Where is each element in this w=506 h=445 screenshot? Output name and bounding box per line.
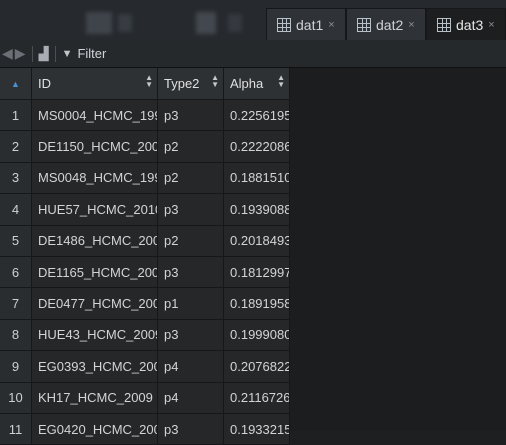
cell-id[interactable]: DE1165_HCMC_2002: [32, 256, 158, 289]
cell-type2[interactable]: p2: [158, 131, 224, 163]
row-number[interactable]: 9: [0, 351, 32, 383]
data-viewer-toolbar: ◀ ▶ ▟ ▼ Filter: [0, 40, 506, 68]
cell-id[interactable]: MS0048_HCMC_1995: [32, 162, 158, 195]
cell-id[interactable]: MS0004_HCMC_1995: [32, 100, 158, 132]
sort-icon: ▲ ▼: [277, 73, 285, 89]
table-row[interactable]: 11 EG0420_HCMC_2008 p3 0.1933215: [0, 413, 290, 445]
table-icon: [437, 17, 451, 32]
sort-icon: ▲ ▼: [145, 73, 153, 89]
cell-type2[interactable]: p1: [158, 288, 224, 320]
row-number[interactable]: 2: [0, 131, 32, 163]
column-header-alpha[interactable]: Alpha ▲ ▼: [224, 68, 290, 100]
row-number[interactable]: 5: [0, 225, 32, 257]
arrow-left-icon[interactable]: ◀: [2, 45, 13, 62]
blurred-region: [86, 12, 112, 34]
row-number[interactable]: 3: [0, 162, 32, 195]
empty-viewer-area: [290, 68, 506, 431]
row-number[interactable]: 10: [0, 382, 32, 414]
row-number[interactable]: 4: [0, 194, 32, 226]
table-body: 1 MS0004_HCMC_1995 p3 0.2256195 2 DE1150_HCMC…: [0, 100, 290, 445]
table-row[interactable]: 1 MS0004_HCMC_1995 p3 0.2256195: [0, 100, 290, 132]
table-row[interactable]: 8 HUE43_HCMC_2009 p3 0.1999080: [0, 319, 290, 352]
cell-type2[interactable]: p4: [158, 382, 224, 414]
table-row[interactable]: 2 DE1150_HCMC_2002 p2 0.2222086: [0, 131, 290, 163]
table-row[interactable]: 6 DE1165_HCMC_2002 p3 0.1812997: [0, 256, 290, 289]
filter-button[interactable]: ▼ Filter: [62, 46, 107, 61]
table-header: ▲ ID ▲ ▼ Type2 ▲ ▼ Alpha ▲ ▼: [0, 68, 290, 100]
tab-label: dat1: [296, 16, 324, 33]
close-icon[interactable]: ×: [328, 19, 334, 31]
table-row[interactable]: 7 DE0477_HCMC_2000 p1 0.1891958: [0, 288, 290, 320]
cell-id[interactable]: EG0393_HCMC_2007: [32, 351, 158, 383]
cell-alpha[interactable]: 0.1812997: [224, 256, 290, 289]
close-icon[interactable]: ×: [408, 19, 414, 31]
column-header-type2[interactable]: Type2 ▲ ▼: [158, 68, 224, 100]
close-icon[interactable]: ×: [488, 19, 494, 31]
cell-alpha[interactable]: 0.1881510: [224, 162, 290, 195]
row-number[interactable]: 7: [0, 288, 32, 320]
table-row[interactable]: 9 EG0393_HCMC_2007 p4 0.2076822: [0, 351, 290, 383]
cell-id[interactable]: DE1486_HCMC_2002: [32, 225, 158, 257]
table-row[interactable]: 10 KH17_HCMC_2009 p4 0.2116726: [0, 382, 290, 414]
cell-type2[interactable]: p3: [158, 319, 224, 352]
cell-alpha[interactable]: 0.2116726: [224, 382, 290, 414]
column-header-id[interactable]: ID ▲ ▼: [32, 68, 158, 100]
row-number[interactable]: 11: [0, 413, 32, 445]
arrow-right-icon[interactable]: ▶: [15, 45, 26, 62]
cell-type2[interactable]: p2: [158, 162, 224, 195]
row-number[interactable]: 8: [0, 319, 32, 352]
cell-type2[interactable]: p3: [158, 100, 224, 132]
cell-type2[interactable]: p2: [158, 225, 224, 257]
tab-dat2[interactable]: dat2 ×: [346, 8, 426, 40]
cell-alpha[interactable]: 0.2222086: [224, 131, 290, 163]
popout-icon[interactable]: ▟: [39, 46, 49, 62]
table-icon: [277, 17, 291, 32]
row-number[interactable]: 6: [0, 256, 32, 289]
cell-id[interactable]: DE0477_HCMC_2000: [32, 288, 158, 320]
column-header-label: Alpha: [230, 76, 264, 91]
cell-type2[interactable]: p3: [158, 256, 224, 289]
table-row[interactable]: 5 DE1486_HCMC_2002 p2 0.2018493: [0, 225, 290, 257]
row-number[interactable]: 1: [0, 100, 32, 132]
blurred-region: [228, 14, 242, 32]
cell-alpha[interactable]: 0.2076822: [224, 351, 290, 383]
tab-label: dat2: [376, 16, 404, 33]
cell-alpha[interactable]: 0.1933215: [224, 413, 290, 445]
cell-type2[interactable]: p3: [158, 413, 224, 445]
arrow-up-icon: ▲: [11, 78, 20, 89]
tab-label: dat3: [456, 16, 484, 33]
tab-dat3[interactable]: dat3 ×: [426, 8, 506, 40]
filter-label: Filter: [77, 46, 107, 61]
editor-tab-bar: dat1 × dat2 × dat3 ×: [0, 0, 506, 40]
column-header-label: Type2: [164, 76, 200, 91]
sort-row-corner[interactable]: ▲: [0, 68, 32, 100]
toolbar-divider: [31, 45, 33, 62]
column-header-label: ID: [38, 76, 51, 91]
blurred-region: [118, 14, 132, 32]
cell-alpha[interactable]: 0.1939088: [224, 194, 290, 226]
cell-id[interactable]: DE1150_HCMC_2002: [32, 131, 158, 163]
funnel-icon: ▼: [61, 47, 73, 60]
table-icon: [357, 17, 371, 32]
toolbar-divider: [54, 45, 56, 62]
table-row[interactable]: 4 HUE57_HCMC_2010 p3 0.1939088: [0, 194, 290, 226]
sort-icon: ▲ ▼: [211, 73, 219, 89]
cell-type2[interactable]: p4: [158, 351, 224, 383]
tab-dat1[interactable]: dat1 ×: [266, 8, 346, 40]
table-row[interactable]: 3 MS0048_HCMC_1995 p2 0.1881510: [0, 162, 290, 195]
data-table: ▲ ID ▲ ▼ Type2 ▲ ▼ Alpha ▲ ▼ 1 MS0004_HCMC_1…: [0, 68, 290, 445]
cell-alpha[interactable]: 0.2256195: [224, 100, 290, 132]
cell-id[interactable]: HUE43_HCMC_2009: [32, 319, 158, 352]
cell-id[interactable]: EG0420_HCMC_2008: [32, 413, 158, 445]
cell-alpha[interactable]: 0.1891958: [224, 288, 290, 320]
blurred-region: [196, 12, 216, 34]
cell-type2[interactable]: p3: [158, 194, 224, 226]
cell-id[interactable]: HUE57_HCMC_2010: [32, 194, 158, 226]
cell-alpha[interactable]: 0.2018493: [224, 225, 290, 257]
cell-id[interactable]: KH17_HCMC_2009: [32, 382, 158, 414]
cell-alpha[interactable]: 0.1999080: [224, 319, 290, 352]
